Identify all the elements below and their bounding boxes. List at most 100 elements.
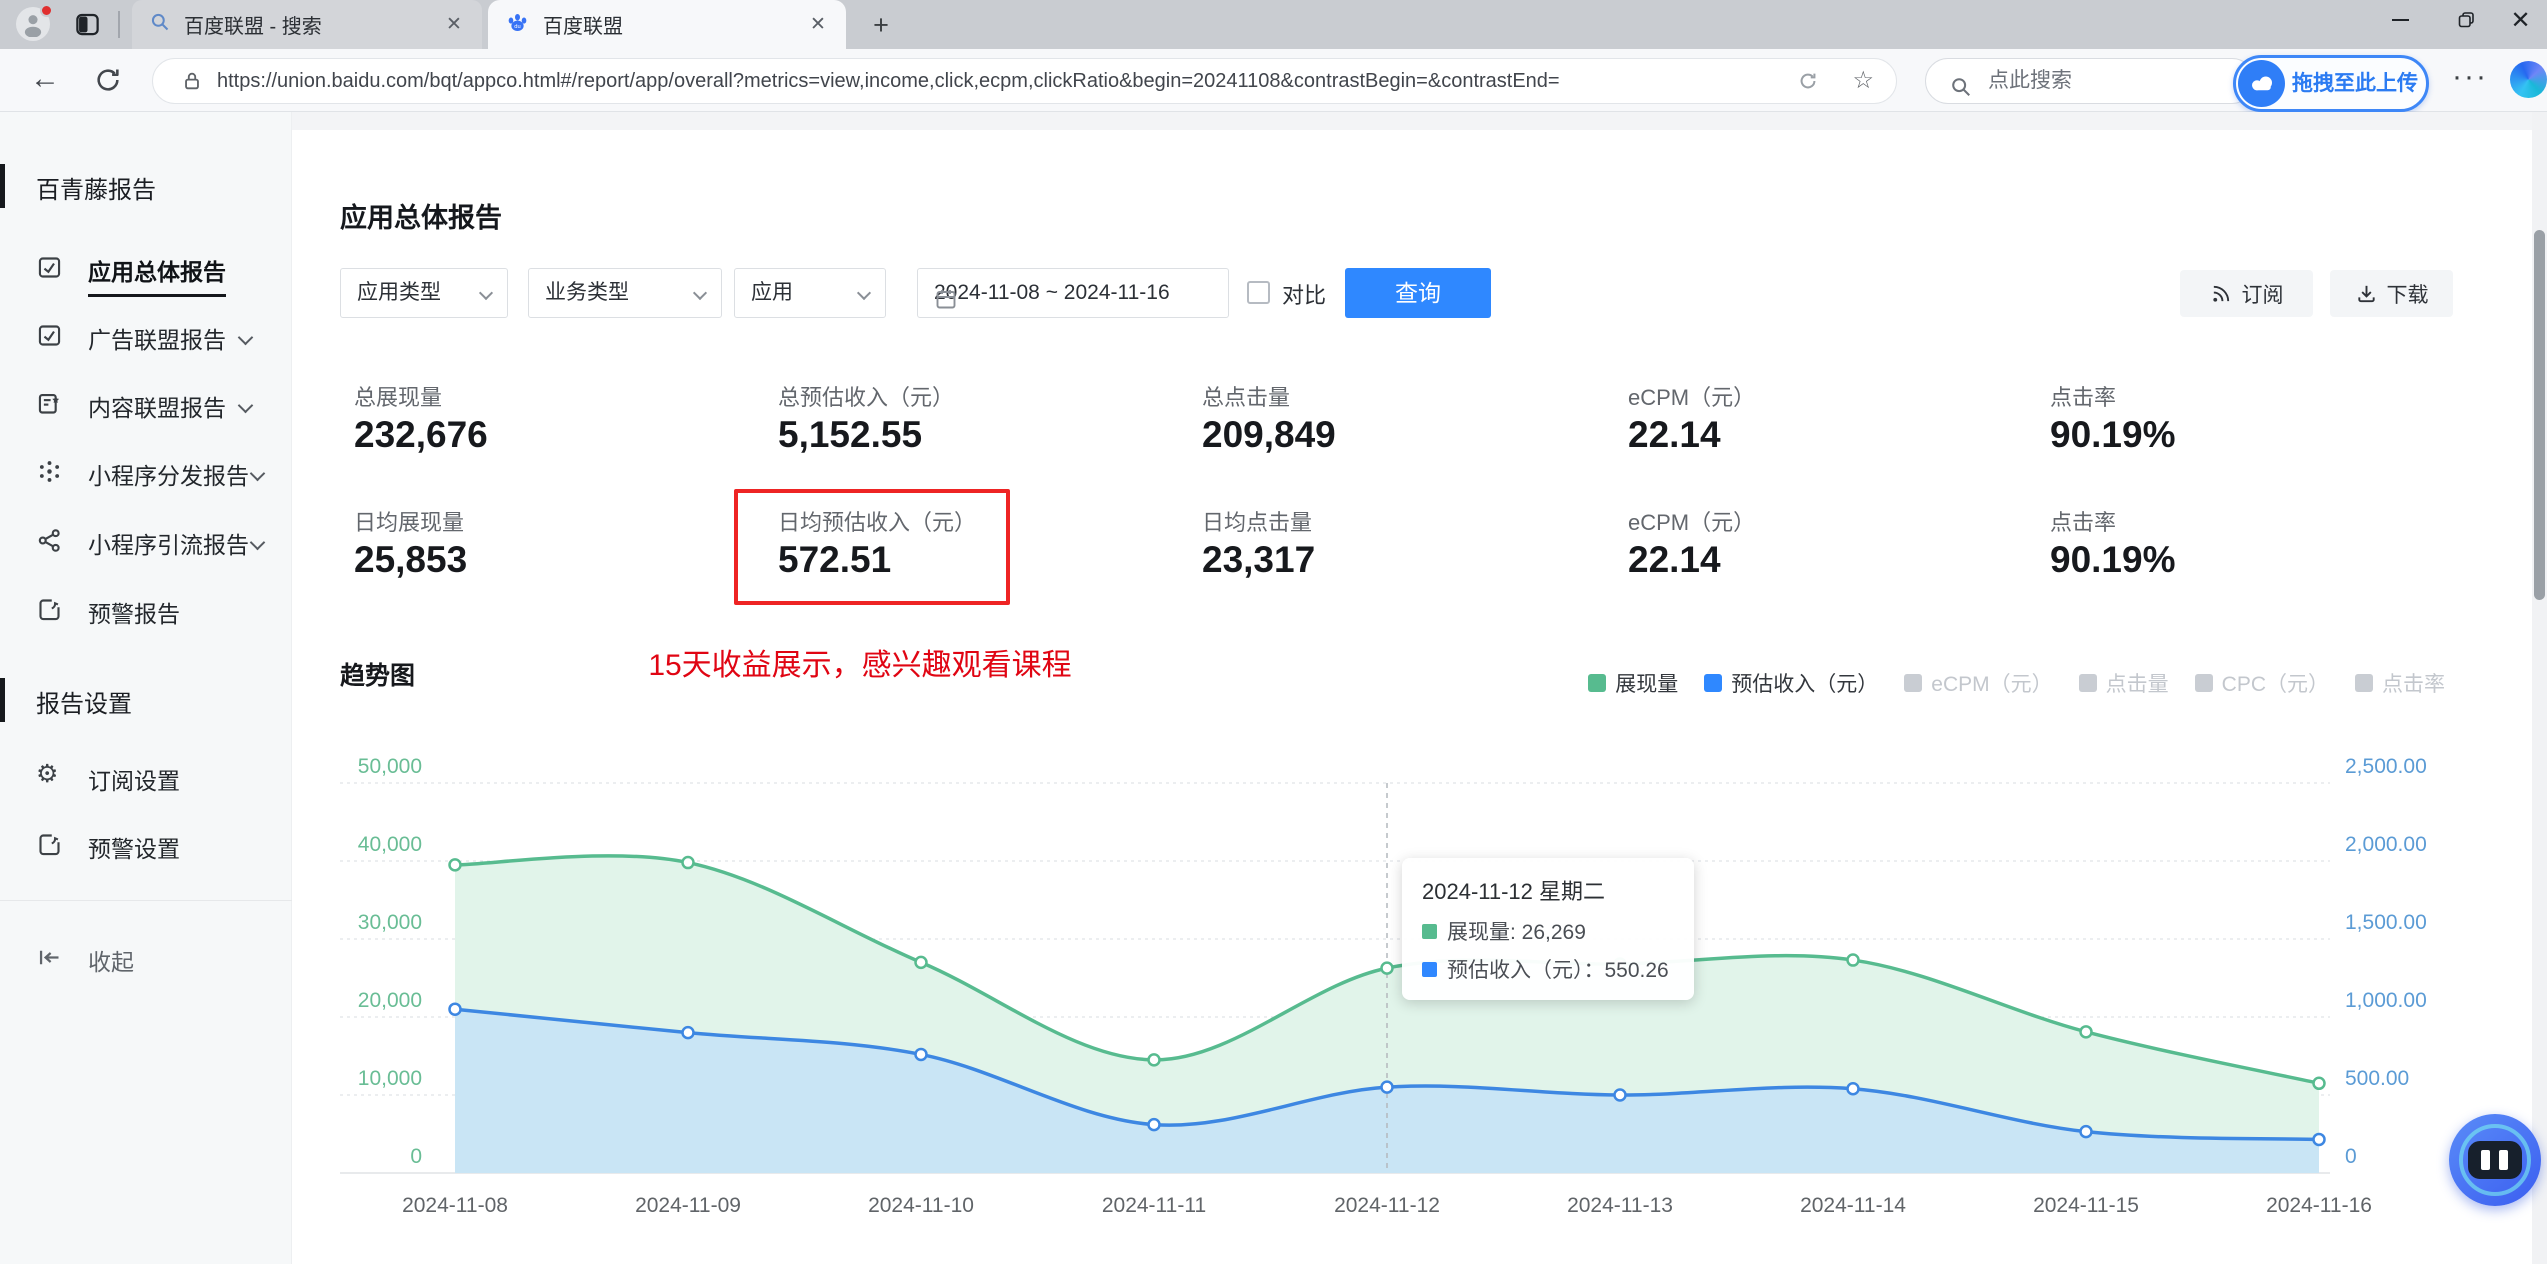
search-placeholder: 点此搜索: [1988, 69, 2072, 92]
sidebar-item-ad-union-report[interactable]: 广告联盟报告: [0, 308, 292, 364]
series-swatch: [1422, 923, 1437, 939]
sync-refresh-icon[interactable]: [1797, 70, 1819, 97]
stat-label: 总展现量: [354, 385, 443, 410]
stat-value: 232,676: [354, 414, 488, 455]
address-bar[interactable]: https://union.baidu.com/bqt/appco.html#/…: [152, 58, 1897, 104]
legend-item[interactable]: 展现量: [1588, 668, 1678, 698]
back-button[interactable]: ←: [30, 62, 60, 96]
chevron-down-icon: [856, 285, 872, 301]
quick-search-box[interactable]: 点此搜索: [1925, 58, 2255, 104]
close-window-button[interactable]: ✕: [2494, 0, 2547, 40]
new-tab-button[interactable]: +: [866, 10, 896, 41]
sidebar-item-miniapp-distribution-report[interactable]: 小程序分发报告: [0, 444, 292, 500]
stat-label: 点击率: [2050, 510, 2117, 535]
stat-label: 总点击量: [1202, 385, 1291, 410]
favorite-star-icon[interactable]: ☆: [1852, 66, 1874, 95]
chevron-down-icon: [237, 329, 254, 346]
stat-label: 日均点击量: [1202, 510, 1313, 535]
chevron-down-icon: [692, 285, 708, 301]
close-tab-icon[interactable]: ✕: [442, 13, 466, 37]
sidebar-item-app-overall-report[interactable]: 应用总体报告: [0, 240, 292, 297]
legend-item[interactable]: 点击量: [2078, 668, 2169, 698]
rss-icon: [2212, 285, 2229, 302]
refresh-button[interactable]: [94, 66, 122, 99]
legend-item[interactable]: CPC（元）: [2194, 668, 2329, 698]
app-value: 应用: [751, 281, 793, 304]
netdisk-upload-button[interactable]: 拖拽至此上传: [2233, 55, 2429, 112]
biz-type-select[interactable]: 业务类型: [528, 268, 722, 318]
svg-text:2024-11-14: 2024-11-14: [1800, 1194, 1906, 1217]
assistant-robot-button[interactable]: [2449, 1114, 2541, 1206]
lock-icon: [181, 70, 203, 97]
legend-swatch: [1904, 674, 1923, 692]
subscribe-button[interactable]: 订阅: [2180, 270, 2313, 317]
svg-text:2024-11-13: 2024-11-13: [1567, 1194, 1673, 1217]
minimize-button[interactable]: [2372, 0, 2428, 40]
browser-window: 百度联盟 - 搜索 ✕ du 百度联盟 ✕ + ✕ ← https://unio…: [0, 0, 2547, 1264]
restore-button[interactable]: [2438, 0, 2494, 40]
app-type-value: 应用类型: [357, 281, 441, 304]
legend-label: CPC（元）: [2221, 673, 2329, 696]
sidebar-item-subscription-settings[interactable]: ⚙ 订阅设置: [0, 749, 292, 805]
url-text: https://union.baidu.com/bqt/appco.html#/…: [217, 70, 1560, 92]
tab-title: 百度联盟: [543, 16, 623, 38]
stat-label: 日均展现量: [354, 510, 465, 535]
svg-text:1,500.00: 1,500.00: [2345, 911, 2427, 934]
copilot-icon[interactable]: [2510, 61, 2547, 98]
svg-text:30,000: 30,000: [358, 911, 422, 934]
sidebar: 百青藤报告 应用总体报告 广告联盟报告 内容联盟报告 小程序分发报告 小程序引流…: [0, 112, 292, 1264]
sidebar-collapse-button[interactable]: 收起: [0, 930, 292, 986]
section-marker: [0, 164, 5, 208]
legend-item[interactable]: eCPM（元）: [1904, 668, 2053, 698]
app-type-select[interactable]: 应用类型: [340, 268, 508, 318]
search-icon: [1950, 70, 1972, 114]
robot-face-icon: [2468, 1141, 2522, 1179]
legend-item[interactable]: 点击率: [2355, 668, 2445, 698]
sidebar-item-alert-settings[interactable]: 预警设置: [0, 817, 292, 873]
stat-value: 90.19%: [2050, 414, 2176, 455]
sidebar-item-alert-report[interactable]: 预警报告: [0, 582, 292, 638]
legend-label: 点击率: [2382, 673, 2445, 696]
report-doc-icon: [36, 322, 63, 354]
highlight-red-box: [734, 489, 1010, 605]
sidebar-item-miniapp-traffic-report[interactable]: 小程序引流报告: [0, 513, 292, 569]
legend-item[interactable]: 预估收入（元）: [1704, 668, 1878, 698]
chart-title: 趋势图: [340, 662, 416, 690]
stat-label: 总预估收入（元）: [778, 385, 955, 410]
svg-text:0: 0: [410, 1145, 422, 1168]
tooltip-row: 预估收入（元）：550.26: [1422, 954, 1674, 984]
download-button[interactable]: 下载: [2330, 270, 2453, 317]
red-annotation-text: 15天收益展示，感兴趣观看课程: [648, 649, 1072, 682]
app-select[interactable]: 应用: [734, 268, 886, 318]
tab-search[interactable]: 百度联盟 - 搜索 ✕: [132, 0, 482, 49]
browser-menu-icon[interactable]: ···: [2452, 60, 2488, 94]
netdisk-icon: [2238, 60, 2285, 107]
search-icon: [150, 12, 170, 37]
legend-swatch: [1704, 674, 1723, 692]
stat-label: eCPM（元）: [1628, 510, 1756, 535]
stat-label: eCPM（元）: [1628, 385, 1756, 410]
tab-divider: [118, 11, 120, 38]
baidu-paw-icon: du: [506, 11, 529, 39]
close-tab-icon[interactable]: ✕: [806, 13, 830, 37]
stat-value: 22.14: [1628, 414, 1721, 455]
date-range-input[interactable]: 2024-11-08 ~ 2024-11-16: [917, 268, 1229, 318]
sidebar-item-content-union-report[interactable]: 内容联盟报告: [0, 376, 292, 432]
svg-text:2024-11-08: 2024-11-08: [402, 1194, 508, 1217]
download-icon: [2357, 285, 2375, 303]
report-doc-icon: [36, 254, 63, 286]
compare-label: 对比: [1282, 283, 1327, 308]
scrollbar-thumb[interactable]: [2534, 230, 2545, 600]
chart-tooltip: 2024-11-12 星期二 展现量: 26,269 预估收入（元）：550.2…: [1402, 858, 1694, 1000]
workspaces-icon[interactable]: [74, 11, 101, 43]
content-doc-icon: [36, 390, 63, 422]
compare-checkbox[interactable]: [1247, 281, 1270, 304]
alert-bookmark-icon: [36, 596, 63, 628]
stat-value: 25,853: [354, 539, 468, 580]
tab-baidu-union[interactable]: du 百度联盟 ✕: [488, 0, 846, 49]
legend-swatch: [1588, 674, 1607, 692]
legend-label: eCPM（元）: [1931, 673, 2053, 696]
query-button[interactable]: 查询: [1345, 268, 1491, 318]
legend-label: 点击量: [2105, 673, 2169, 696]
stat-value: 5,152.55: [778, 414, 923, 455]
